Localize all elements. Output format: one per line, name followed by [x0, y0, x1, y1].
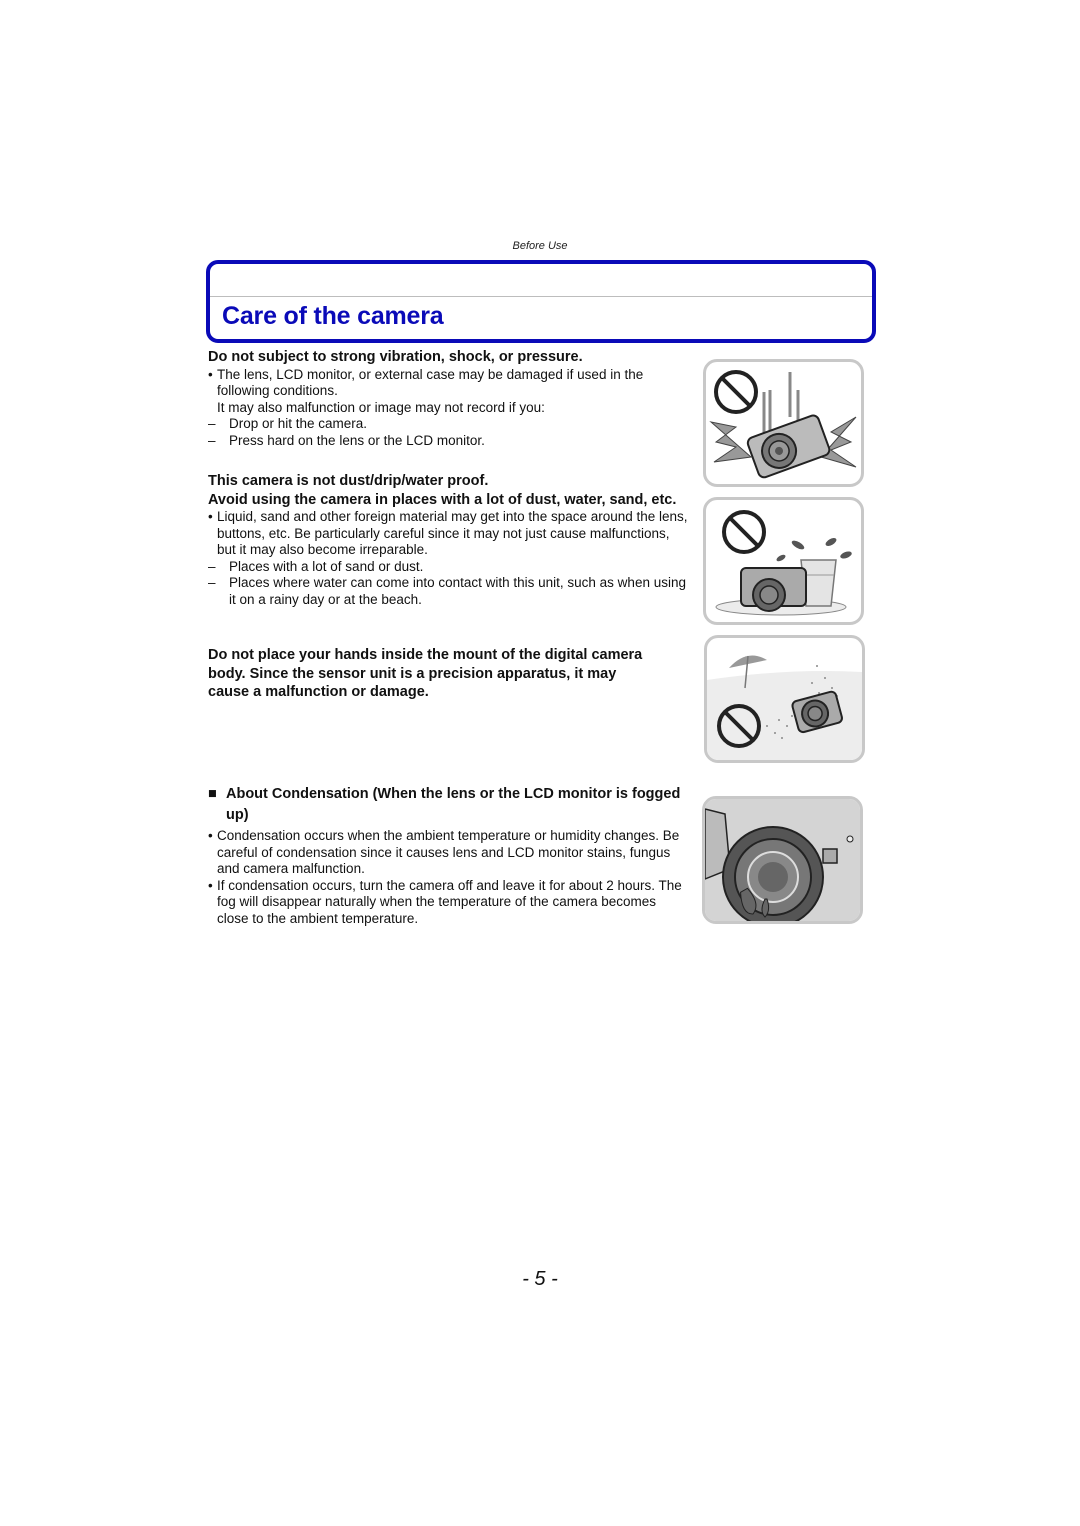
- square-heading: ■ About Condensation (When the lens or t…: [208, 784, 688, 826]
- impact-burst-icon: [709, 421, 753, 463]
- dash-mark: –: [208, 432, 216, 448]
- bullet-text: The lens, LCD monitor, or external case …: [217, 366, 644, 399]
- bullet-mark: •: [208, 509, 213, 524]
- dash-item: – Drop or hit the camera.: [208, 416, 688, 433]
- bullet-text: Condensation occurs when the ambient tem…: [217, 828, 680, 877]
- camera-drop-svg: [709, 370, 857, 479]
- dash-item: – Places with a lot of sand or dust.: [208, 559, 688, 576]
- title-divider: [210, 296, 872, 297]
- sub-text: It may also malfunction or image may not…: [217, 399, 545, 415]
- lens-icon: [722, 826, 824, 921]
- lens-condensation-illustration: [702, 796, 863, 924]
- dash-text: Drop or hit the camera.: [229, 416, 368, 432]
- dash-item: – Press hard on the lens or the LCD moni…: [208, 433, 688, 450]
- section-label: Before Use: [512, 240, 568, 252]
- camera-water-svg: [715, 510, 852, 616]
- section-condensation: ■ About Condensation (When the lens or t…: [208, 784, 688, 928]
- dash-mark: –: [208, 416, 216, 432]
- bullet-item: • The lens, LCD monitor, or external cas…: [208, 367, 688, 400]
- dash-mark: –: [208, 558, 216, 574]
- section-mount: Do not place your hands inside the mount…: [208, 646, 658, 702]
- prohibited-icon: [722, 510, 766, 554]
- square-heading-text: About Condensation (When the lens or the…: [226, 786, 681, 823]
- page-title: Care of the camera: [222, 302, 444, 330]
- dash-item: – Places where water can come into conta…: [208, 575, 688, 608]
- water-drops-icon: [776, 538, 852, 562]
- dash-mark: –: [208, 575, 216, 591]
- bullet-mark: •: [208, 828, 213, 843]
- title-box: Care of the camera: [206, 260, 876, 343]
- section-heading: Do not subject to strong vibration, shoc…: [208, 349, 583, 365]
- bullet-mark: •: [208, 877, 213, 893]
- dash-text: Places with a lot of sand or dust.: [229, 558, 424, 574]
- camera-drop-prohibited-illustration: [703, 359, 864, 487]
- square-bullet-icon: ■: [208, 786, 217, 802]
- bullet-item: • Condensation occurs when the ambient t…: [208, 828, 688, 878]
- bullet-mark: •: [208, 366, 213, 382]
- section-heading: This camera is not dust/drip/water proof…: [208, 473, 489, 489]
- section-dust: This camera is not dust/drip/water proof…: [208, 472, 688, 609]
- bullet-text: Liquid, sand and other foreign material …: [217, 509, 688, 558]
- dash-text: Press hard on the lens or the LCD monito…: [229, 432, 485, 448]
- bullet-text: If condensation occurs, turn the camera …: [217, 877, 682, 926]
- lens-condensation-svg: [705, 799, 860, 921]
- camera-sand-prohibited-illustration: [704, 635, 865, 763]
- camera-sand-svg: [707, 655, 862, 760]
- page-number: - 5 -: [522, 1268, 558, 1290]
- bullet-item: • If condensation occurs, turn the camer…: [208, 878, 688, 928]
- camera-water-prohibited-illustration: [703, 497, 864, 625]
- section-heading: Avoid using the camera in places with a …: [208, 491, 677, 508]
- prohibited-icon: [714, 370, 758, 414]
- bullet-item: • Liquid, sand and other foreign materia…: [208, 509, 688, 559]
- camera-icon: [740, 567, 807, 612]
- camera-icon: [746, 414, 831, 479]
- dash-text: Places where water can come into contact…: [229, 575, 686, 607]
- section-heading: Do not place your hands inside the mount…: [208, 647, 643, 700]
- section-vibration: Do not subject to strong vibration, shoc…: [208, 348, 688, 449]
